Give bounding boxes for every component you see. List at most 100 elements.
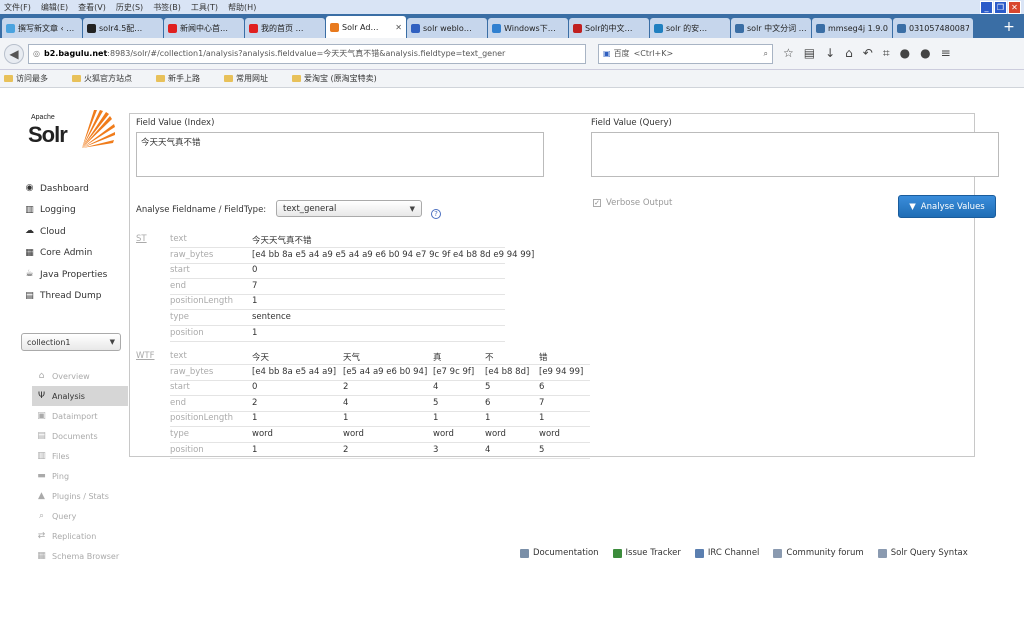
core-nav-dataimport[interactable]: ▣ Dataimport <box>32 406 128 426</box>
attribute-label: end <box>170 280 187 291</box>
footer-link[interactable]: Community forum <box>773 548 864 558</box>
restore-icon[interactable]: ❐ <box>994 1 1007 14</box>
token-end: 4 <box>343 397 349 408</box>
footer-link[interactable]: Documentation <box>520 548 599 558</box>
browser-tab[interactable]: 新闻中心首… <box>164 18 244 38</box>
menu-item[interactable]: 工具(T) <box>191 2 218 13</box>
overview-icon: ⌂ <box>38 370 45 381</box>
verbose-output-toggle[interactable]: ✓ Verbose Output <box>593 198 672 208</box>
menu-item[interactable]: 文件(F) <box>4 2 31 13</box>
crop-icon[interactable]: ⌗ <box>883 46 890 61</box>
tab-favicon-icon <box>6 23 15 33</box>
nav-item-thread-dump[interactable]: ▤ Thread Dump <box>24 286 107 308</box>
bookmark-item[interactable]: 火狐官方站点 <box>72 73 144 84</box>
feedback-icon[interactable]: ● <box>920 46 930 61</box>
browser-tab[interactable]: Solr Ad… ✕ <box>326 16 406 38</box>
plugins-stats-icon: ▲ <box>38 490 45 501</box>
browser-tab[interactable]: 03105748008725… <box>893 18 973 38</box>
menu-icon[interactable]: ≡ <box>941 46 951 61</box>
analyse-values-button[interactable]: ▼ Analyse Values <box>898 195 996 218</box>
index-field-textarea[interactable]: 今天天气真不错 <box>136 132 544 177</box>
menu-item[interactable]: 查看(V) <box>78 2 106 13</box>
core-nav-files[interactable]: ▥ Files <box>32 446 128 466</box>
core-nav-label: Analysis <box>52 391 85 401</box>
bookmark-item[interactable]: 爱淘宝 (原淘宝特卖) <box>292 73 389 84</box>
core-nav-analysis[interactable]: Ψ Analysis <box>32 386 128 406</box>
tab-close-icon[interactable]: ✕ <box>395 23 402 32</box>
tab-label: Solr Ad… <box>342 22 379 32</box>
undo-icon[interactable]: ↶ <box>863 46 873 61</box>
close-icon[interactable]: ✕ <box>1008 1 1021 14</box>
core-nav-ping[interactable]: ▬ Ping <box>32 466 128 486</box>
analysis-panel: Field Value (Index) 今天天气真不错 Field Value … <box>129 113 999 459</box>
stage-name[interactable]: WTF <box>136 351 155 361</box>
footer-link[interactable]: Solr Query Syntax <box>877 548 968 558</box>
core-nav-query[interactable]: ⌕ Query <box>32 506 128 526</box>
tab-favicon-icon <box>897 23 906 33</box>
window-controls: _ ❐ ✕ <box>980 1 1021 14</box>
new-tab-icon[interactable]: + <box>1000 18 1018 38</box>
menu-item[interactable]: 帮助(H) <box>228 2 256 13</box>
attribute-label: start <box>170 265 190 276</box>
chat-icon[interactable]: ● <box>900 46 910 61</box>
token-text: 真 <box>433 353 442 363</box>
footer-link[interactable]: Issue Tracker <box>612 548 681 558</box>
tab-favicon-icon <box>411 23 420 33</box>
token-positionlength: 1 <box>252 296 258 307</box>
fieldtype-select[interactable]: text_general ▼ <box>276 200 422 217</box>
core-nav-plugins-stats[interactable]: ▲ Plugins / Stats <box>32 486 128 506</box>
minimize-icon[interactable]: _ <box>980 1 993 14</box>
browser-tab[interactable]: Windows下… <box>488 18 568 38</box>
core-selector[interactable]: collection1 ▼ <box>21 333 121 351</box>
core-nav-schema-browser[interactable]: ▦ Schema Browser <box>32 546 128 566</box>
nav-item-core-admin[interactable]: ▦ Core Admin <box>24 243 107 265</box>
browser-tab[interactable]: solr 中文分词 … <box>731 18 811 38</box>
token-raw-bytes: [e9 94 99] <box>539 366 584 377</box>
reading-list-icon[interactable]: ▤ <box>804 46 815 61</box>
browser-tab[interactable]: Solr的中文… <box>569 18 649 38</box>
menu-item[interactable]: 编辑(E) <box>41 2 68 13</box>
stage-name[interactable]: ST <box>136 234 147 244</box>
core-nav-documents[interactable]: ▤ Documents <box>32 426 128 446</box>
row-divider <box>170 262 505 264</box>
browser-tab[interactable]: 撰写新文章 ‹ … <box>2 18 82 38</box>
nav-item-dashboard[interactable]: ◉ Dashboard <box>24 178 107 200</box>
tab-label: solr weblo… <box>423 23 472 33</box>
query-field-textarea[interactable] <box>591 132 999 177</box>
verbose-label: Verbose Output <box>606 198 673 208</box>
attribute-label: text <box>170 234 187 244</box>
footer-link[interactable]: IRC Channel <box>694 548 759 558</box>
footer-link-label: Solr Query Syntax <box>890 548 968 558</box>
download-icon[interactable]: ↓ <box>825 46 835 61</box>
search-hint: <Ctrl+K> <box>633 49 674 58</box>
nav-item-logging[interactable]: ▥ Logging <box>24 200 107 222</box>
bookmark-star-icon[interactable]: ☆ <box>783 46 794 61</box>
browser-tab[interactable]: mmseg4j 1.9.0 … <box>812 18 892 38</box>
solr-logo[interactable]: Apache Solr <box>28 108 118 154</box>
menu-item[interactable]: 书签(B) <box>153 2 181 13</box>
query-syntax-icon <box>877 548 887 558</box>
search-bar[interactable]: ▣ 百度 <Ctrl+K> ⌕ <box>598 43 773 64</box>
attribute-label: type <box>170 312 189 322</box>
browser-tab[interactable]: solr weblo… <box>407 18 487 38</box>
bookmark-label: 新手上路 <box>168 74 200 83</box>
home-icon[interactable]: ⌂ <box>845 46 853 61</box>
browser-tab[interactable]: solr4.5配… <box>83 18 163 38</box>
core-nav-overview[interactable]: ⌂ Overview <box>32 366 128 386</box>
nav-item-java-properties[interactable]: ☕ Java Properties <box>24 264 107 286</box>
browser-tab[interactable]: solr 的安… <box>650 18 730 38</box>
menu-item[interactable]: 历史(S) <box>116 2 143 13</box>
bookmark-item[interactable]: 新手上路 <box>156 73 212 84</box>
search-icon[interactable]: ⌕ <box>764 49 768 59</box>
row-divider <box>170 379 590 381</box>
help-icon[interactable]: ? <box>431 209 441 219</box>
checkbox-icon[interactable]: ✓ <box>593 199 601 207</box>
bookmark-item[interactable]: 访问最多 <box>4 73 60 84</box>
core-nav-replication[interactable]: ⇄ Replication <box>32 526 128 546</box>
bookmark-item[interactable]: 常用网址 <box>224 73 280 84</box>
nav-item-cloud[interactable]: ☁ Cloud <box>24 221 107 243</box>
url-bar[interactable]: ◎ b2.bagulu.net :8983/solr/#/collection1… <box>28 43 586 64</box>
browser-tab[interactable]: 我的首页 … <box>245 18 325 38</box>
back-icon[interactable]: ◀ <box>4 43 24 64</box>
core-admin-icon: ▦ <box>25 247 34 258</box>
